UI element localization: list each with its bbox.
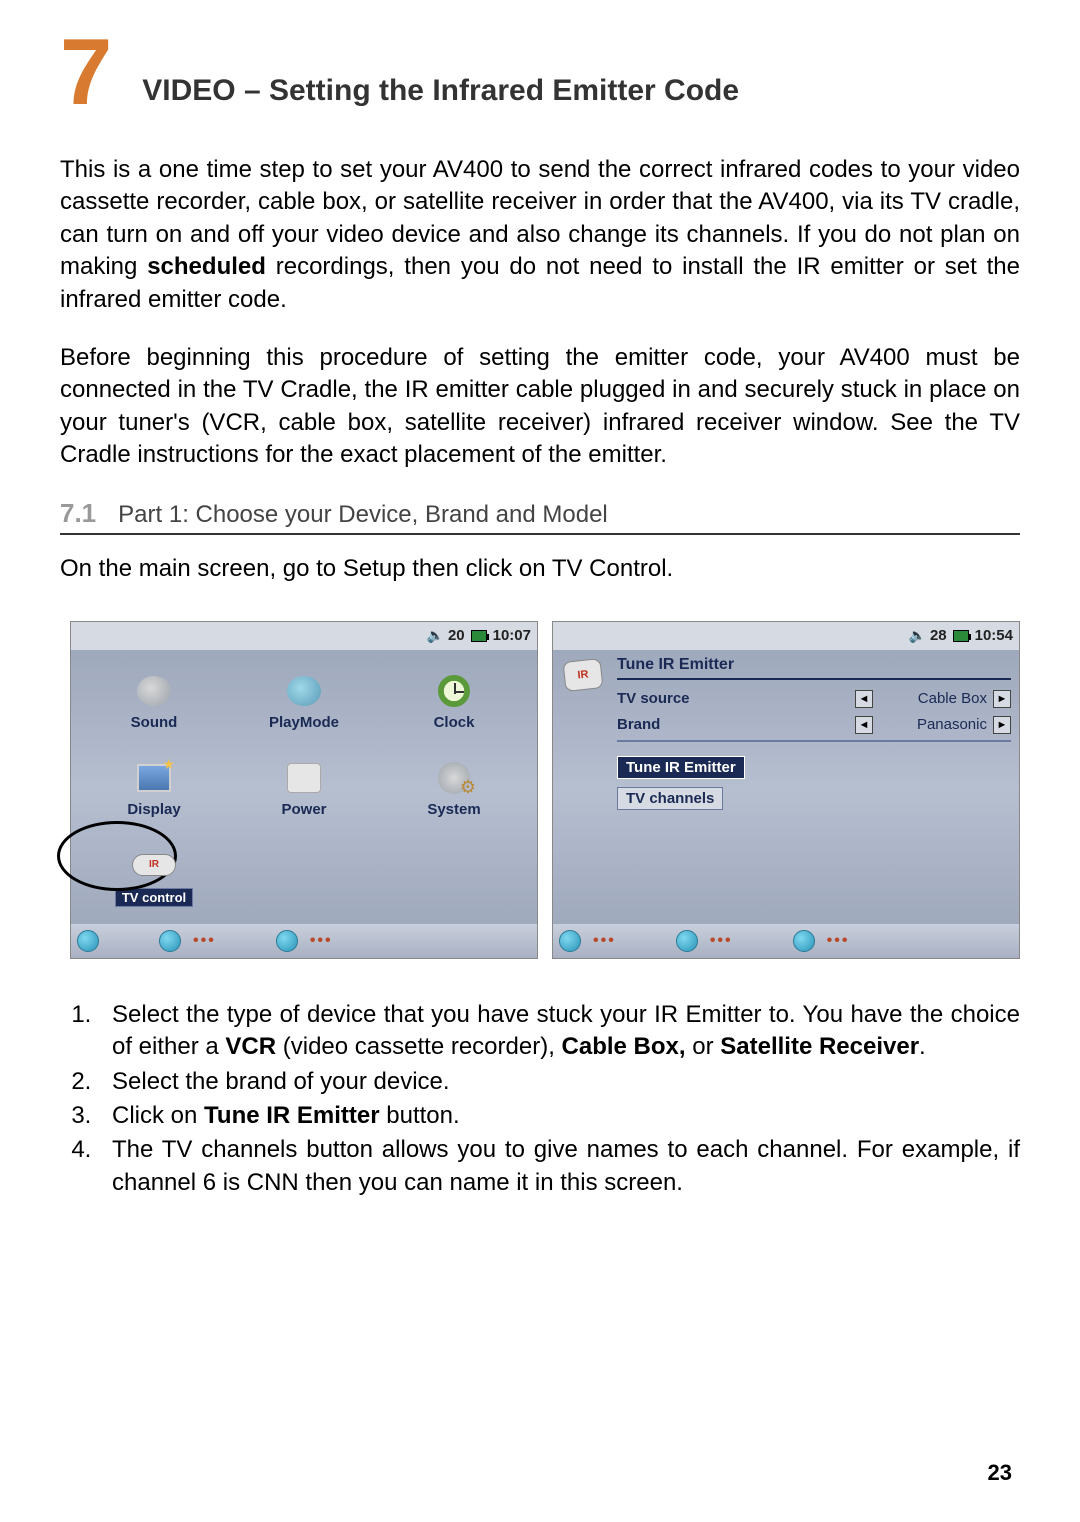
text: or — [686, 1033, 721, 1060]
row-tv-source: TV source ◄ Cable Box ► — [617, 686, 1011, 712]
cell-tv-control[interactable]: IR TV control — [79, 833, 229, 920]
cell-power[interactable]: Power — [229, 745, 379, 832]
bold-tune-ir: Tune IR Emitter — [204, 1102, 380, 1129]
dots-icon: ••• — [710, 932, 733, 950]
text: button. — [380, 1102, 460, 1129]
left-icon-col: IR — [553, 650, 613, 924]
round-button-icon[interactable] — [77, 930, 99, 952]
cell-clock[interactable]: Clock — [379, 658, 529, 745]
round-button-icon[interactable] — [159, 930, 181, 952]
label: System — [427, 801, 480, 818]
row-brand: Brand ◄ Panasonic ► — [617, 712, 1011, 738]
arrow-left-icon[interactable]: ◄ — [855, 716, 873, 734]
arrow-right-icon[interactable]: ► — [993, 716, 1011, 734]
speaker-icon: 🔈 — [427, 627, 444, 644]
dots-icon: ••• — [827, 932, 850, 950]
tv-control-label: TV control — [115, 888, 193, 907]
label: Power — [281, 801, 326, 818]
sound-icon — [137, 676, 171, 706]
step-1: Select the type of device that you have … — [98, 999, 1020, 1064]
bottom-bar: ••• ••• ••• — [553, 924, 1019, 958]
status-bar: 🔈 20 10:07 — [71, 622, 537, 650]
text: Click on — [112, 1102, 204, 1129]
settings-grid: Sound PlayMode Clock Display Power — [71, 650, 537, 924]
instruction-line: On the main screen, go to Setup then cli… — [60, 553, 1020, 585]
bold-satellite: Satellite Receiver — [720, 1033, 919, 1060]
intro-paragraph-1: This is a one time step to set your AV40… — [60, 154, 1020, 316]
bold-scheduled: scheduled — [147, 253, 266, 280]
arrow-right-icon[interactable]: ► — [993, 690, 1011, 708]
status-bar: 🔈 28 10:54 — [553, 622, 1019, 650]
display-icon — [137, 764, 171, 792]
chapter-heading: 7 VIDEO – Setting the Infrared Emitter C… — [60, 34, 1020, 112]
intro-paragraph-2: Before beginning this procedure of setti… — [60, 342, 1020, 472]
bold-cable-box: Cable Box, — [562, 1033, 686, 1060]
row-value: Cable Box — [873, 690, 993, 707]
bold-vcr: VCR — [225, 1033, 276, 1060]
tune-ir-emitter-button[interactable]: Tune IR Emitter — [617, 756, 745, 779]
round-button-icon[interactable] — [276, 930, 298, 952]
round-button-icon[interactable] — [676, 930, 698, 952]
panel-title: Tune IR Emitter — [617, 656, 1011, 680]
cell-system[interactable]: System — [379, 745, 529, 832]
status-time: 10:54 — [975, 627, 1013, 644]
power-icon — [287, 763, 321, 793]
bottom-bar: ••• ••• — [71, 924, 537, 958]
chapter-title: VIDEO – Setting the Infrared Emitter Cod… — [142, 74, 739, 108]
status-value: 20 — [448, 627, 465, 644]
ir-icon: IR — [563, 658, 604, 692]
divider — [617, 740, 1011, 742]
tv-channels-button[interactable]: TV channels — [617, 787, 723, 810]
empty-cell — [229, 833, 379, 920]
status-value: 28 — [930, 627, 947, 644]
ir-icon: IR — [132, 854, 176, 876]
screen-body: Sound PlayMode Clock Display Power — [71, 650, 537, 924]
empty-cell — [379, 833, 529, 920]
battery-icon — [471, 630, 487, 642]
page-number: 23 — [988, 1460, 1012, 1486]
text: . — [919, 1033, 926, 1060]
screenshot-tune-ir: 🔈 28 10:54 IR Tune IR Emitter TV source … — [552, 621, 1020, 959]
button-group: Tune IR Emitter TV channels — [617, 756, 1011, 810]
chapter-number: 7 — [60, 34, 112, 109]
screenshot-setup: 🔈 20 10:07 Sound PlayMode Clock — [70, 621, 538, 959]
battery-icon — [953, 630, 969, 642]
cell-sound[interactable]: Sound — [79, 658, 229, 745]
right-panel: Tune IR Emitter TV source ◄ Cable Box ► … — [613, 650, 1019, 924]
step-4: The TV channels button allows you to giv… — [98, 1134, 1020, 1199]
subsection-number: 7.1 — [60, 498, 96, 529]
screen-body: IR Tune IR Emitter TV source ◄ Cable Box… — [553, 650, 1019, 924]
dots-icon: ••• — [310, 932, 333, 950]
dots-icon: ••• — [593, 932, 616, 950]
subsection-heading: 7.1 Part 1: Choose your Device, Brand an… — [60, 498, 1020, 535]
arrow-left-icon[interactable]: ◄ — [855, 690, 873, 708]
text: (video cassette recorder), — [276, 1033, 561, 1060]
label: Display — [127, 801, 180, 818]
dots-icon: ••• — [193, 932, 216, 950]
system-icon — [438, 762, 470, 794]
steps-list: Select the type of device that you have … — [98, 999, 1020, 1199]
round-button-icon[interactable] — [793, 930, 815, 952]
label: Clock — [434, 714, 475, 731]
label: PlayMode — [269, 714, 339, 731]
clock-icon — [438, 675, 470, 707]
row-label: Brand — [617, 716, 855, 733]
cell-playmode[interactable]: PlayMode — [229, 658, 379, 745]
step-2: Select the brand of your device. — [98, 1066, 1020, 1098]
screenshots-row: 🔈 20 10:07 Sound PlayMode Clock — [70, 621, 1020, 959]
round-button-icon[interactable] — [559, 930, 581, 952]
speaker-icon: 🔈 — [909, 627, 926, 644]
step-3: Click on Tune IR Emitter button. — [98, 1100, 1020, 1132]
label: Sound — [131, 714, 178, 731]
playmode-icon — [287, 676, 321, 706]
cell-display[interactable]: Display — [79, 745, 229, 832]
status-time: 10:07 — [493, 627, 531, 644]
row-label: TV source — [617, 690, 855, 707]
subsection-title: Part 1: Choose your Device, Brand and Mo… — [118, 501, 608, 529]
row-value: Panasonic — [873, 716, 993, 733]
